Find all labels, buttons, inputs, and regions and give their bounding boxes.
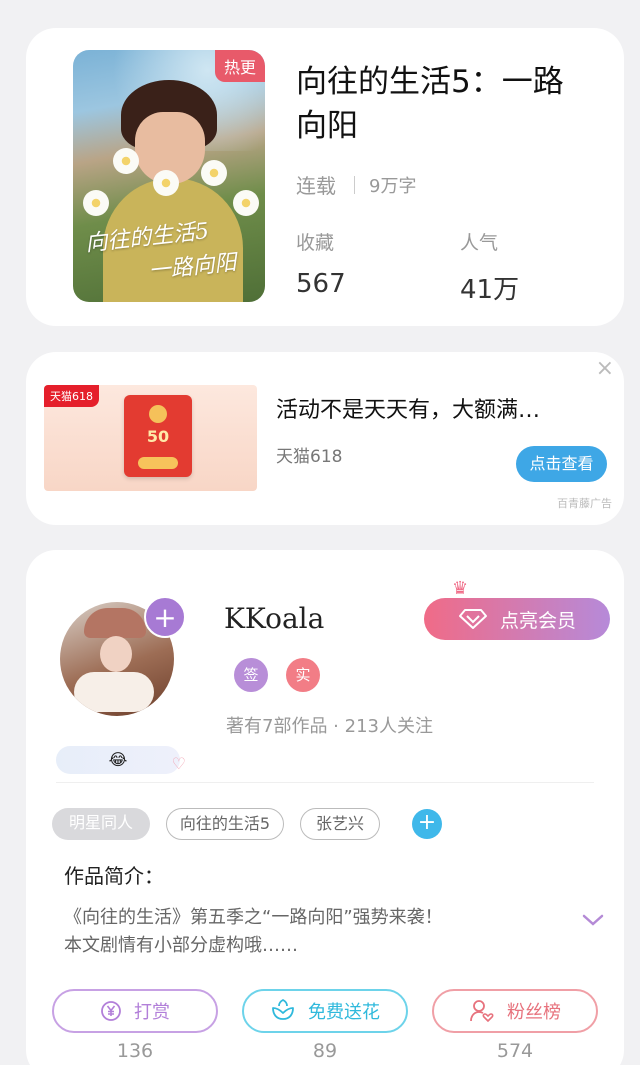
intro-line: 《向往的生活》第五季之“一路向阳”强势来袭！ [64,907,443,928]
intro-text: 《向往的生活》第五季之“一路向阳”强势来袭！ 本文剧情有小部分虚构哦…… [64,904,564,960]
flower-decoration [201,160,227,186]
word-count: 9万字 [369,175,417,197]
book-cover[interactable]: 向往的生活5 一路向阳 热更 [73,50,265,302]
book-status: 连载 [296,174,336,198]
ad-provider-tag: 百青藤广告 [557,497,612,510]
flower-count: 89 [312,1040,338,1062]
fans-label: 粉丝榜 [507,1002,561,1023]
hot-badge: 热更 [214,50,265,82]
vip-button-label: 点亮会员 [499,609,576,632]
tmall-logo: 天猫618 [44,385,99,407]
tag-person[interactable]: 张艺兴 [300,808,380,840]
vip-button[interactable]: ♛ 点亮会员 [424,578,610,640]
avatar-face [100,636,132,672]
reward-button[interactable]: 打赏 [52,989,218,1033]
red-envelope-icon: 50 [124,395,192,477]
author-card: + KKoala 签 实 著有7部作品 · 213人关注 ♛ 点亮会员 😂 ♡ … [26,550,624,1065]
ad-image[interactable]: 天猫618 50 [44,385,257,491]
intro-heading: 作品简介： [64,864,164,888]
ad-cta-button[interactable]: 点击查看 [516,446,607,482]
flower-decoration [233,190,259,216]
flower-icon [272,999,294,1020]
reward-label: 打赏 [134,1002,170,1023]
user-heart-icon [470,1000,494,1023]
send-flower-button[interactable]: 免费送花 [242,989,408,1033]
follow-plus-button[interactable]: + [144,596,186,638]
divider [56,782,594,783]
reward-count: 136 [116,1040,154,1062]
coin-icon [149,405,167,423]
flower-decoration [113,148,139,174]
heart-icon: ♡ [171,754,186,773]
diamond-icon [458,609,487,629]
fans-ranking-button[interactable]: 粉丝榜 [432,989,598,1033]
verified-badge: 实 [286,658,320,692]
yen-coin-icon [101,1001,121,1021]
book-status-row: 连载 9万字 [296,170,416,199]
flower-label: 免费送花 [308,1002,380,1023]
favorites-stat: 收藏 567 [296,228,346,299]
author-name[interactable]: KKoala [224,602,324,635]
ad-source: 天猫618 [276,447,343,467]
book-card: 向往的生活5 一路向阳 热更 向往的生活5：一路向阳 连载 9万字 收藏 567… [26,28,624,326]
avatar-arm [74,672,154,712]
book-title: 向往的生活5：一路向阳 [296,64,564,144]
tag-star-fanfic[interactable]: 明星同人 [52,808,150,840]
envelope-button-shape [138,457,178,469]
tag-show[interactable]: 向往的生活5 [166,808,284,840]
popularity-value: 41万 [460,275,520,305]
favorites-value: 567 [296,269,346,299]
add-tag-button[interactable]: + [412,809,442,839]
crown-icon: ♛ [452,578,469,599]
ad-title[interactable]: 活动不是天天有，大额满… [276,392,540,424]
fans-count: 574 [496,1040,534,1062]
emoji-icon: 😂 [108,750,128,769]
signed-badge: 签 [234,658,268,692]
intro-line: 本文剧情有小部分虚构哦…… [64,935,298,956]
author-meta: 著有7部作品 · 213人关注 [226,716,433,737]
ad-card[interactable]: × 天猫618 50 活动不是天天有，大额满… 天猫618 点击查看 百青藤广告 [26,352,624,525]
flower-decoration [83,190,109,216]
popularity-stat: 人气 41万 [460,228,519,306]
status-divider [354,175,355,194]
flower-decoration [153,170,179,196]
popularity-label: 人气 [460,232,499,254]
favorites-label: 收藏 [296,232,335,254]
envelope-amount: 50 [146,427,170,446]
chevron-down-icon[interactable] [582,912,604,928]
avatar-hat [84,608,146,638]
close-icon[interactable]: × [596,356,614,381]
emoji-bar: 😂 ♡ [56,746,186,774]
